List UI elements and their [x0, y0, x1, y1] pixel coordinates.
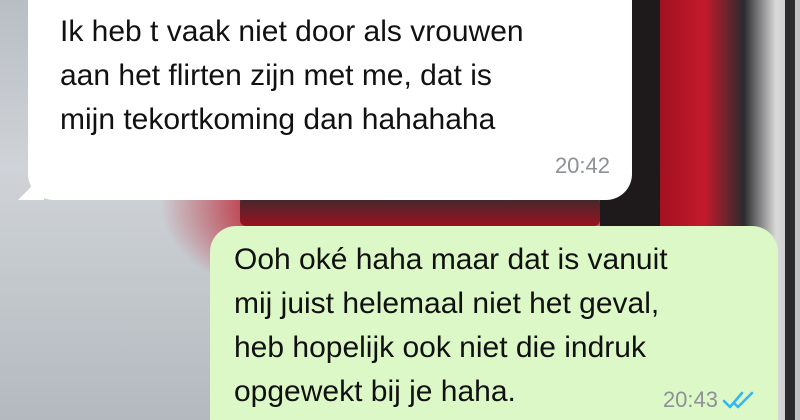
wallpaper-detail — [785, 0, 795, 420]
wallpaper-detail — [240, 196, 600, 226]
incoming-message-bubble[interactable]: Ik heb t vaak niet door als vrouwen aan … — [18, 0, 632, 200]
message-meta: 20:42 — [555, 144, 610, 188]
message-timestamp: 20:42 — [554, 153, 610, 178]
double-check-read-icon — [722, 391, 754, 409]
message-timestamp: 20:43 — [662, 387, 718, 412]
message-text: Ik heb t vaak niet door als vrouwen aan … — [60, 15, 524, 136]
message-meta: 20:43 — [663, 378, 756, 420]
outgoing-message-bubble[interactable]: Ooh oké haha maar dat is vanuit mij juis… — [210, 226, 778, 420]
